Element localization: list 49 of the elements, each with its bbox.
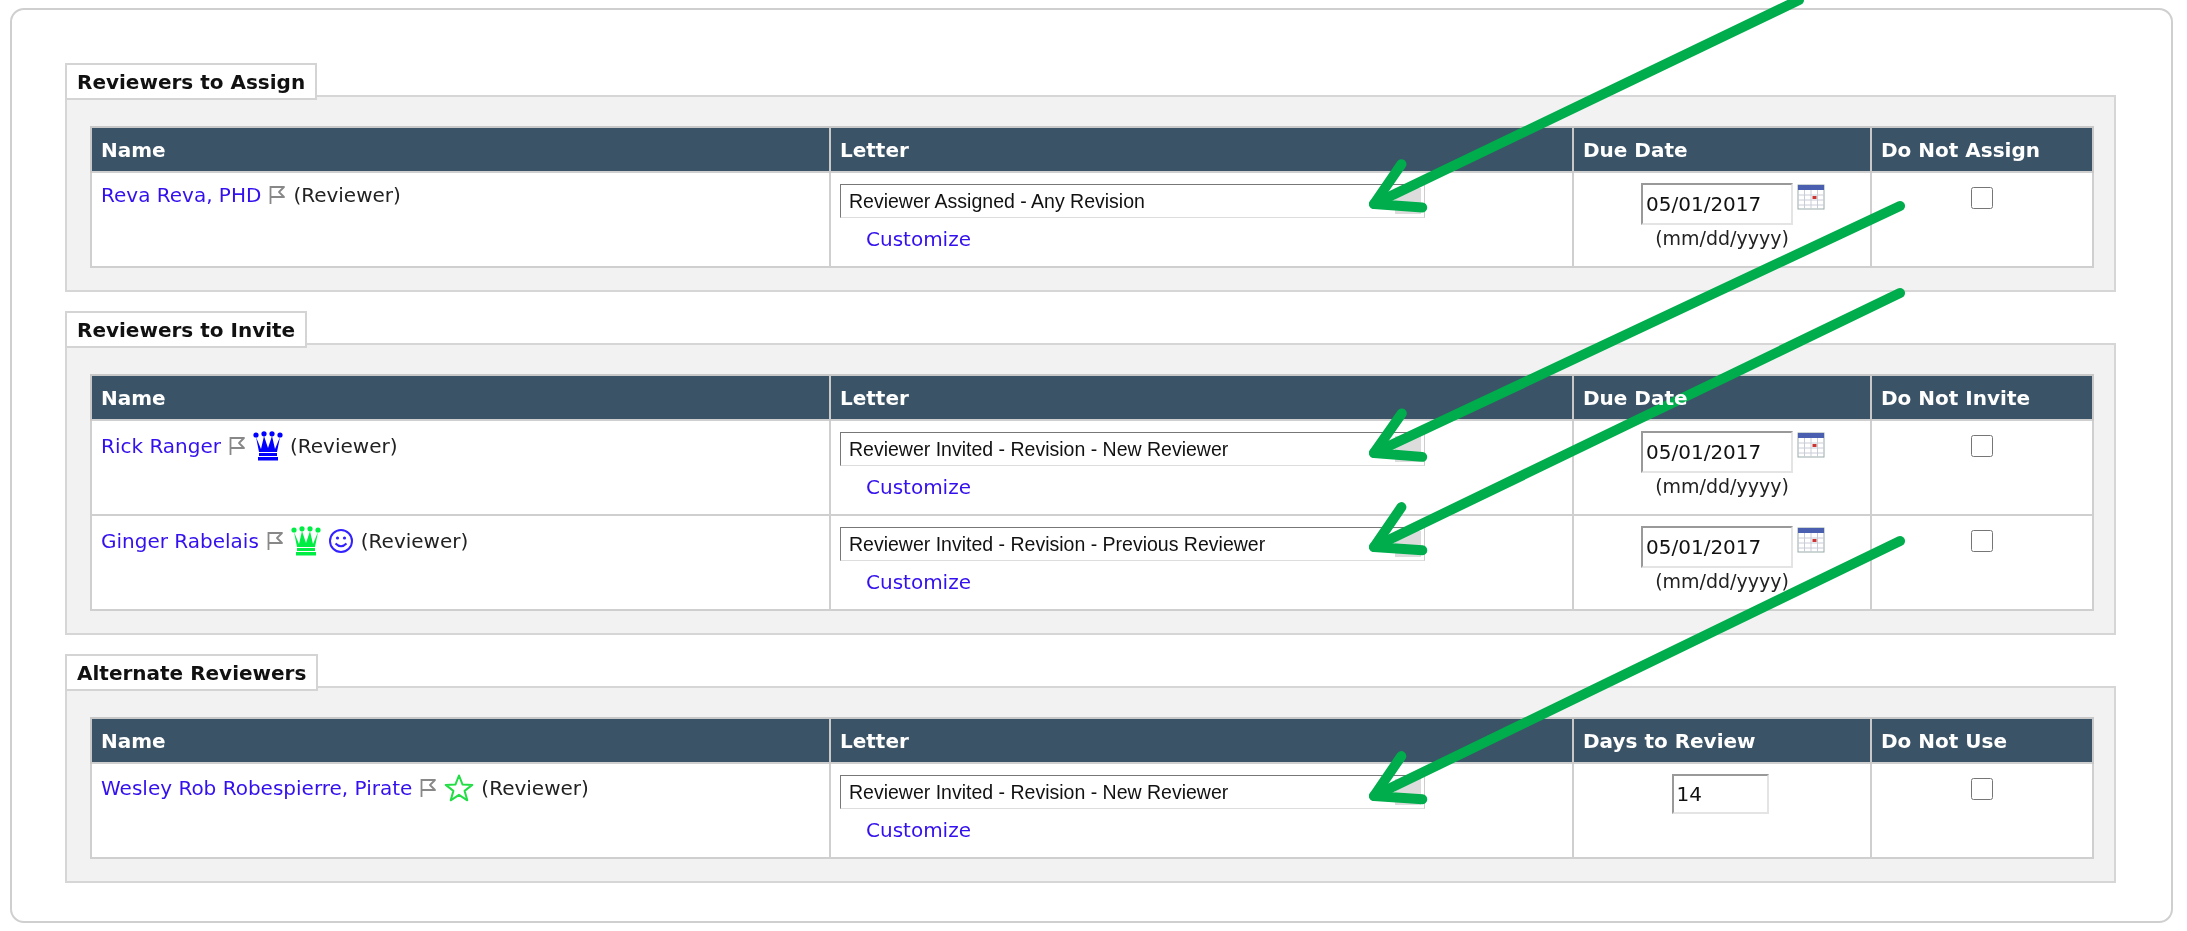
column-header: Days to Review [1583,728,1756,753]
column-header: Due Date [1583,137,1688,162]
customize-link[interactable]: Customize [866,570,971,594]
date-field[interactable]: 05/01/2017 [1641,183,1793,225]
role-text: (Reviewer) [290,434,398,458]
customize-link[interactable]: Customize [866,818,971,842]
column-header: Name [101,385,166,410]
column-header: Name [101,137,166,162]
letter-dropdown[interactable]: Reviewer Invited - Revision - Previous Reviewer [840,527,1425,561]
checkbox[interactable] [1971,778,1993,800]
letter-dropdown[interactable]: Reviewer Assigned - Any Revision [840,184,1425,218]
column-header: Letter [840,728,909,753]
flag-icon [268,185,287,205]
date-format-hint: (mm/dd/yyyy) [1655,570,1789,592]
role-text: (Reviewer) [360,529,469,553]
customize-link[interactable]: Customize [866,475,971,499]
column-header: Name [101,728,166,753]
reviewer-link[interactable]: Ginger Rabelais [101,529,259,553]
reviewer-link[interactable]: Rick Ranger [101,434,221,458]
column-header: Do Not Use [1881,728,2007,753]
reviewer-link[interactable]: Wesley Rob Robespierre, Pirate [101,776,413,800]
column-header: Letter [840,385,909,410]
flag-icon [419,778,438,798]
letter-dropdown[interactable]: Reviewer Invited - Revision - New Reviewer [840,432,1425,466]
section-title: Reviewers to Invite [65,311,308,348]
column-header: Do Not Assign [1881,137,2040,162]
calendar-icon[interactable] [1797,184,1825,210]
flag-icon [228,436,246,456]
date-field[interactable]: 05/01/2017 [1641,526,1793,568]
letter-dropdown[interactable]: Reviewer Invited - Revision - New Reviewer [840,775,1425,809]
column-header: Letter [840,137,909,162]
column-header: Do Not Invite [1881,385,2030,410]
checkbox[interactable] [1971,530,1993,552]
checkbox[interactable] [1971,435,1993,457]
date-field[interactable]: 05/01/2017 [1641,431,1793,473]
flag-icon [265,531,284,551]
role-text: (Reviewer) [293,183,401,207]
role-text: (Reviewer) [481,776,589,800]
customize-link[interactable]: Customize [866,227,971,251]
calendar-icon[interactable] [1797,527,1825,553]
calendar-icon[interactable] [1797,432,1825,458]
date-format-hint: (mm/dd/yyyy) [1655,227,1789,249]
section-title: Reviewers to Assign [65,63,318,100]
reviewer-link[interactable]: Reva Reva, PHD [101,183,262,207]
days-field[interactable]: 14 [1671,774,1769,814]
checkbox[interactable] [1971,187,1993,209]
column-header: Due Date [1583,385,1688,410]
section-title: Alternate Reviewers [65,654,319,691]
date-format-hint: (mm/dd/yyyy) [1655,475,1789,497]
